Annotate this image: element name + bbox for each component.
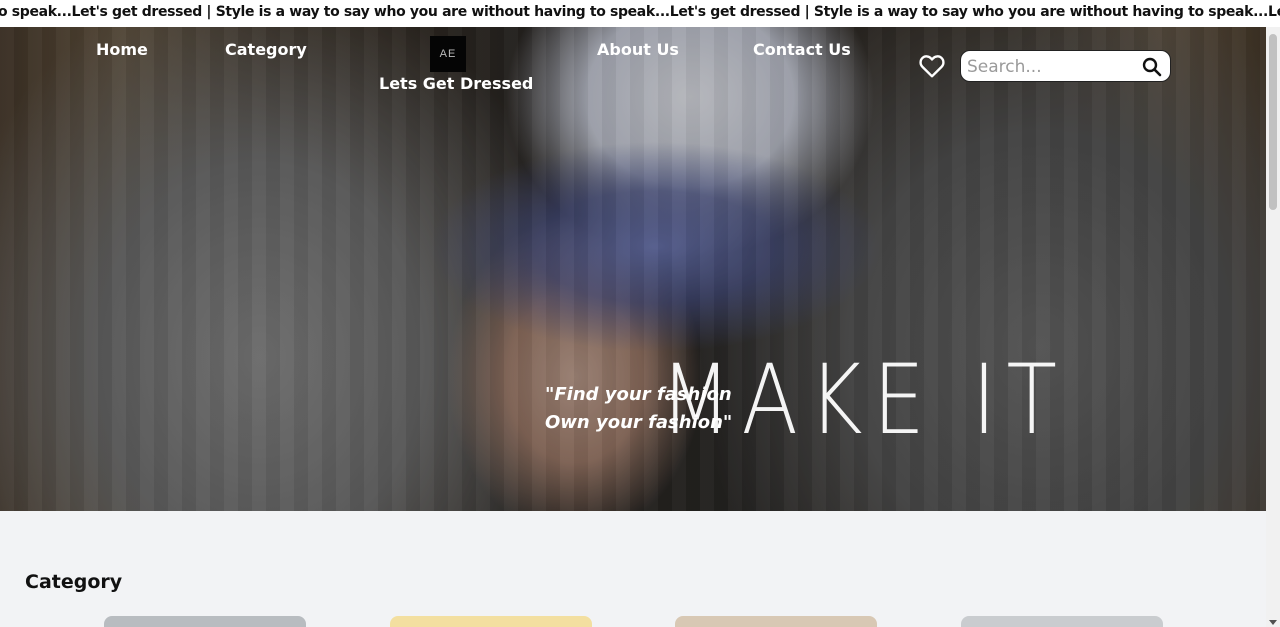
page-scrollbar[interactable]: [1266, 27, 1280, 627]
search-bar: [960, 50, 1171, 82]
search-input[interactable]: [967, 55, 1137, 79]
hero-banner: [0, 27, 1266, 511]
nav-home[interactable]: Home: [96, 40, 148, 59]
nav-contact[interactable]: Contact Us: [753, 40, 851, 59]
hero-headline: MAKE IT: [660, 344, 1068, 456]
search-icon[interactable]: [1142, 57, 1162, 77]
heart-icon[interactable]: [919, 54, 945, 78]
category-section-title: Category: [25, 571, 123, 593]
category-card-3[interactable]: [675, 616, 877, 627]
category-card-4[interactable]: [961, 616, 1163, 627]
announcement-marquee: o speak...Let's get dressed | Style is a…: [0, 0, 1280, 27]
nav-about[interactable]: About Us: [597, 40, 679, 59]
nav-category[interactable]: Category: [225, 40, 307, 59]
scroll-down-arrow-icon[interactable]: [1269, 620, 1277, 625]
brand-logo[interactable]: AE: [430, 36, 466, 72]
scrollbar-thumb[interactable]: [1269, 34, 1277, 210]
logo-mark: AE: [439, 48, 457, 60]
marquee-text: o speak...Let's get dressed | Style is a…: [0, 4, 1280, 20]
brand-name: Lets Get Dressed: [379, 74, 534, 93]
category-card-2[interactable]: [390, 616, 592, 627]
category-card-1[interactable]: [104, 616, 306, 627]
